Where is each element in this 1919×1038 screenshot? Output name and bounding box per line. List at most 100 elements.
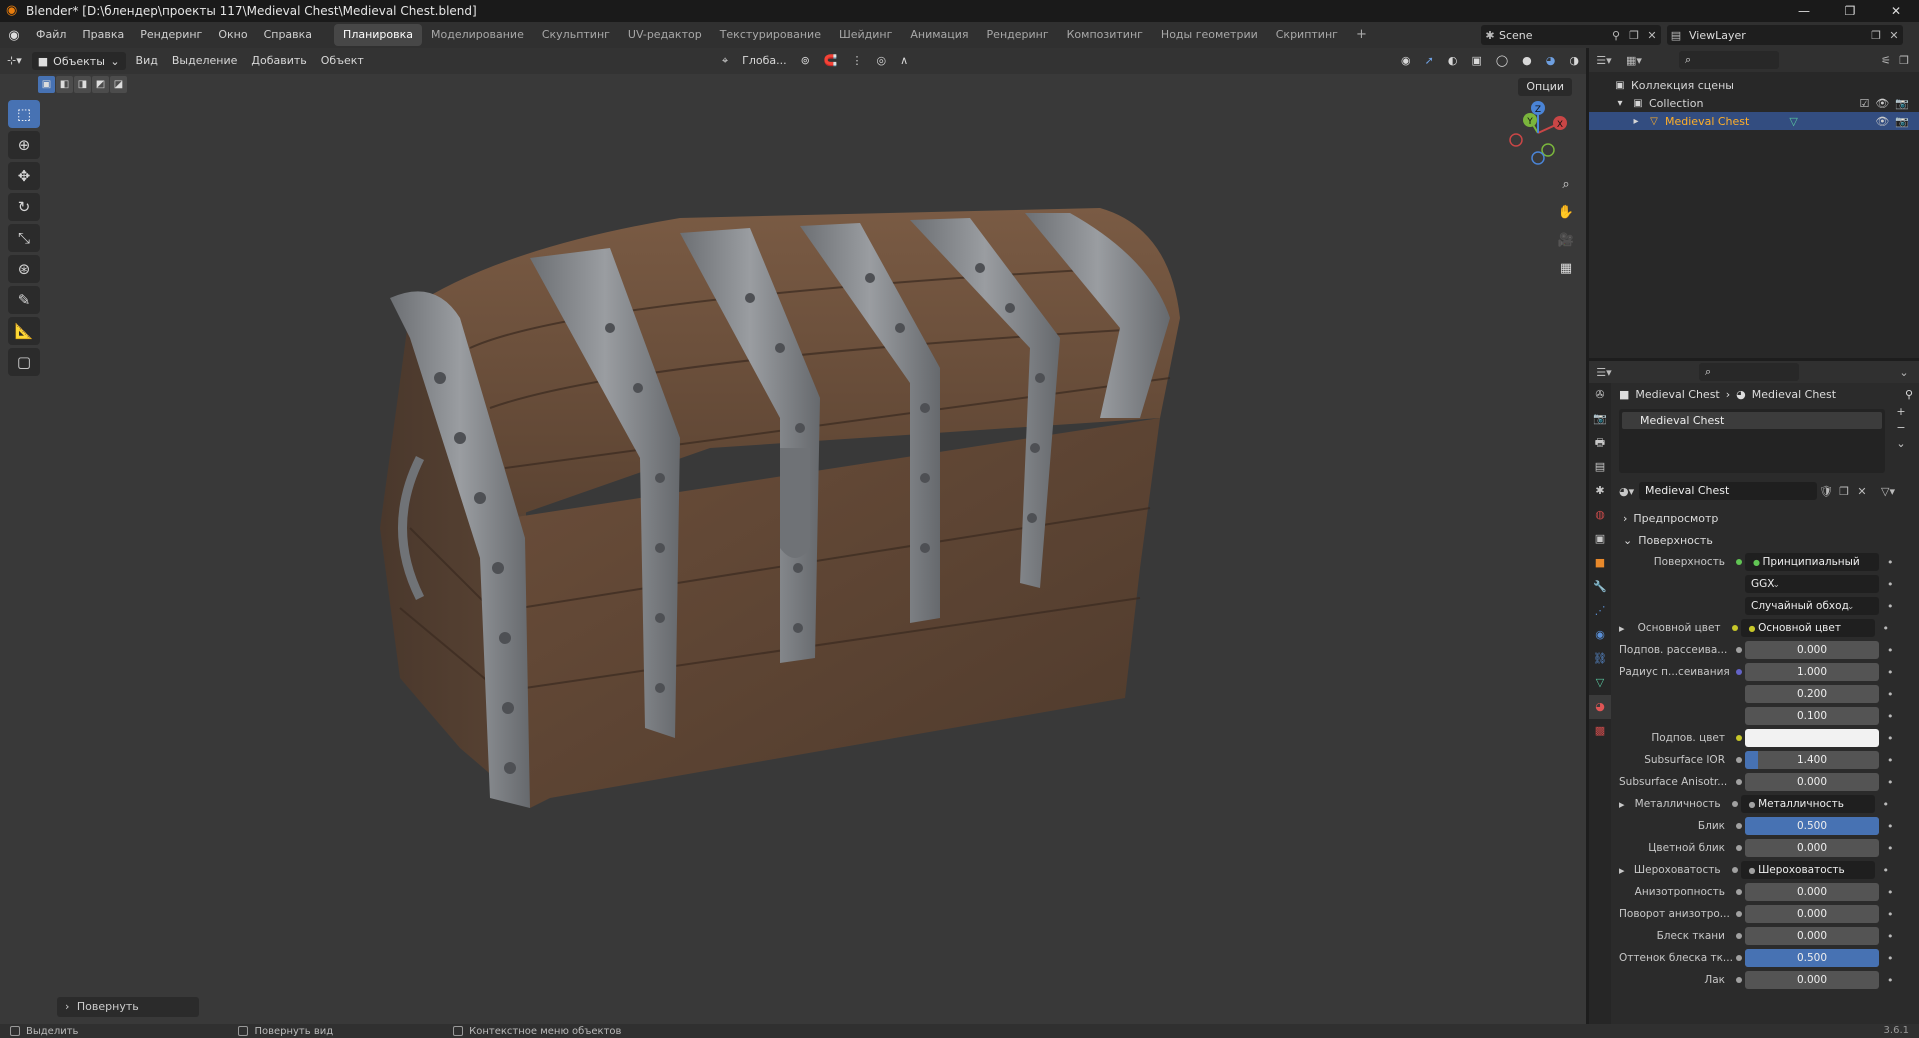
socket-icon[interactable]	[1729, 798, 1741, 810]
socket-icon[interactable]	[1733, 644, 1745, 656]
panel-surface[interactable]: ⌄ Поверхность	[1619, 529, 1919, 551]
render-tab-icon[interactable]: 📷	[1589, 407, 1611, 431]
keyframe-dot-icon[interactable]: •	[1883, 864, 1890, 877]
property-field[interactable]: 0.000	[1745, 927, 1879, 945]
add-slot-icon[interactable]: +	[1891, 405, 1911, 421]
socket-icon[interactable]	[1733, 710, 1745, 722]
property-field[interactable]: ● Принципиальный BSDF	[1745, 553, 1879, 571]
shading-rendered-icon[interactable]: ◑	[1562, 48, 1586, 74]
socket-icon[interactable]	[1729, 622, 1741, 634]
tab-modeling[interactable]: Моделирование	[422, 24, 533, 46]
navigation-gizmo[interactable]: X Y Z	[1505, 100, 1571, 166]
keyframe-dot-icon[interactable]: •	[1887, 644, 1894, 657]
output-tab-icon[interactable]: 🖶	[1589, 431, 1611, 455]
property-field[interactable]: 0.500	[1745, 949, 1879, 967]
eye-icon[interactable]: 👁	[1875, 115, 1889, 128]
outliner-row-collection[interactable]: ▾ ▣ Collection ☑ 👁 📷	[1589, 94, 1919, 112]
tool-tab-icon[interactable]: ✇	[1589, 383, 1611, 407]
select-subtract-icon[interactable]: ◨	[74, 76, 91, 93]
view-layer-tab-icon[interactable]: ▤	[1589, 455, 1611, 479]
overlays-icon[interactable]: ◐	[1441, 48, 1465, 74]
modifier-tab-icon[interactable]: 🔧	[1589, 575, 1611, 599]
duplicate-material-icon[interactable]: ❐	[1835, 485, 1853, 498]
select-extend-icon[interactable]: ◧	[56, 76, 73, 93]
tab-layout[interactable]: Планировка	[334, 24, 423, 46]
socket-icon[interactable]	[1733, 776, 1745, 788]
snap-icon[interactable]: 🧲	[817, 48, 845, 74]
socket-icon[interactable]	[1733, 952, 1745, 964]
camera-icon[interactable]: 📷	[1895, 115, 1909, 128]
editor-type-icon[interactable]: ☰▾	[1589, 366, 1619, 379]
scene-name[interactable]: Scene	[1499, 29, 1607, 42]
shading-material-icon[interactable]: ◕	[1539, 48, 1563, 74]
shading-solid-icon[interactable]: ●	[1515, 48, 1539, 74]
keyframe-dot-icon[interactable]: •	[1883, 622, 1890, 635]
menu-view[interactable]: Вид	[129, 48, 165, 74]
tab-geometry-nodes[interactable]: Ноды геометрии	[1152, 24, 1267, 46]
property-dropdown[interactable]: Случайный обход⌄	[1745, 597, 1879, 615]
collection-tab-icon[interactable]: ▣	[1589, 527, 1611, 551]
pivot-point-icon[interactable]: ⊚	[794, 48, 817, 74]
fake-user-icon[interactable]: 🛡	[1817, 485, 1835, 498]
minimize-button[interactable]: —	[1781, 0, 1827, 22]
property-field[interactable]: 0.000	[1745, 773, 1879, 791]
select-invert-icon[interactable]: ◩	[92, 76, 109, 93]
socket-icon[interactable]	[1729, 864, 1741, 876]
scene-tab-icon[interactable]: ✱	[1589, 479, 1611, 503]
panel-preview[interactable]: › Предпросмотр	[1619, 507, 1919, 529]
particles-tab-icon[interactable]: ⋰	[1589, 599, 1611, 623]
proportional-edit-icon[interactable]: ◎	[870, 48, 894, 74]
add-cube-tool-icon[interactable]: ▢	[8, 348, 40, 376]
world-tab-icon[interactable]: ◍	[1589, 503, 1611, 527]
pan-hand-icon[interactable]: ✋	[1553, 200, 1579, 226]
keyframe-dot-icon[interactable]: •	[1887, 930, 1894, 943]
menu-object[interactable]: Объект	[314, 48, 371, 74]
falloff-icon[interactable]: ∧	[893, 48, 915, 74]
tab-scripting[interactable]: Скриптинг	[1267, 24, 1347, 46]
new-collection-icon[interactable]: ❐	[1895, 54, 1913, 67]
new-scene-icon[interactable]: ❐	[1625, 29, 1643, 42]
material-slot-list[interactable]: Medieval Chest	[1619, 409, 1885, 473]
viewlayer-selector[interactable]: ▤ ViewLayer ❐ ✕	[1667, 25, 1903, 45]
socket-icon[interactable]	[1733, 754, 1745, 766]
zoom-icon[interactable]: ⌕	[1553, 172, 1579, 198]
keyframe-dot-icon[interactable]: •	[1887, 974, 1894, 987]
cursor-tool-icon[interactable]: ⊕	[8, 131, 40, 159]
transform-orientation-icon[interactable]: ⌖	[715, 48, 735, 74]
keyframe-dot-icon[interactable]: •	[1887, 820, 1894, 833]
texture-tab-icon[interactable]: ▩	[1589, 719, 1611, 743]
scale-tool-icon[interactable]: ⤡	[8, 224, 40, 252]
properties-search-input[interactable]: ⌕	[1699, 363, 1799, 381]
3d-viewport[interactable]: ⊹▾ ■ Объекты ⌄ Вид Выделение Добавить Об…	[0, 48, 1586, 1024]
socket-icon[interactable]	[1733, 908, 1745, 920]
filter-icon[interactable]: ⚟	[1877, 54, 1895, 67]
tab-animation[interactable]: Анимация	[901, 24, 977, 46]
socket-icon[interactable]	[1733, 842, 1745, 854]
property-dropdown[interactable]: GGX⌄	[1745, 575, 1879, 593]
unlink-material-icon[interactable]: ✕	[1853, 485, 1871, 498]
rotate-tool-icon[interactable]: ↻	[8, 193, 40, 221]
editor-type-icon[interactable]: ☰▾	[1589, 54, 1619, 67]
menu-render[interactable]: Рендеринг	[132, 22, 210, 48]
snap-target-icon[interactable]: ⋮	[845, 48, 870, 74]
remove-slot-icon[interactable]: −	[1891, 421, 1911, 437]
socket-icon[interactable]	[1733, 556, 1745, 568]
socket-icon[interactable]	[1733, 930, 1745, 942]
property-field[interactable]: 0.500	[1745, 817, 1879, 835]
socket-icon[interactable]	[1733, 732, 1745, 744]
data-tab-icon[interactable]: ▽	[1589, 671, 1611, 695]
material-name-field[interactable]: Medieval Chest	[1639, 482, 1817, 500]
ortho-grid-icon[interactable]: ▦	[1553, 256, 1579, 282]
socket-icon[interactable]	[1733, 820, 1745, 832]
options-dropdown[interactable]: Опции	[1518, 78, 1572, 96]
keyframe-dot-icon[interactable]: •	[1887, 556, 1894, 569]
xray-icon[interactable]: ▣	[1464, 48, 1488, 74]
property-field[interactable]: ● Шероховатость	[1740, 861, 1875, 879]
visibility-icon[interactable]: ◉	[1394, 48, 1418, 74]
socket-icon[interactable]	[1733, 578, 1745, 590]
viewlayer-name[interactable]: ViewLayer	[1685, 29, 1867, 42]
tab-texture-paint[interactable]: Текстурирование	[711, 24, 830, 46]
slot-specials-icon[interactable]: ⌄	[1891, 437, 1911, 453]
gizmo-toggle-icon[interactable]: ➚	[1418, 48, 1441, 74]
checkbox-icon[interactable]: ☑	[1859, 97, 1869, 110]
